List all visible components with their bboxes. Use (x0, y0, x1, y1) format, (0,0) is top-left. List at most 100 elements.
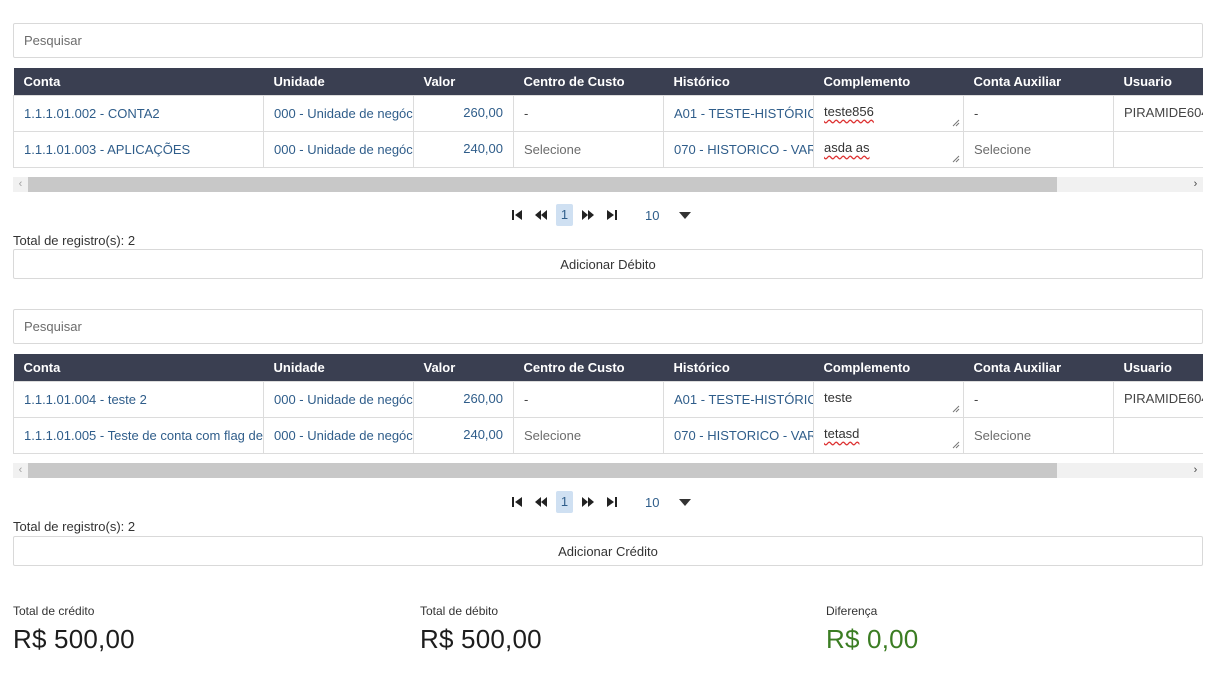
scroll-right-icon[interactable]: › (1188, 463, 1203, 478)
table-header: Conta Unidade Valor Centro de Custo Hist… (13, 354, 1204, 381)
conta-auxiliar-select[interactable]: Selecione (963, 416, 1114, 454)
col-header-unidade[interactable]: Unidade (264, 68, 414, 95)
page-size-select[interactable]: 10 (645, 495, 659, 510)
next-page-icon[interactable] (579, 204, 597, 226)
last-page-icon[interactable] (603, 204, 621, 226)
next-page-icon[interactable] (579, 491, 597, 513)
total-records: Total de registro(s): 2 (13, 519, 136, 534)
resize-grip-icon[interactable] (952, 441, 960, 449)
total-credit-summary: Total de crédito R$ 500,00 (13, 604, 135, 655)
horizontal-scrollbar[interactable]: ‹ › (13, 463, 1203, 478)
valor-cell[interactable]: 240,00 (413, 416, 514, 454)
col-header-unidade[interactable]: Unidade (264, 354, 414, 381)
historico-cell[interactable]: A01 - TESTE-HISTÓRICO (663, 94, 814, 132)
dropdown-caret-icon[interactable] (679, 211, 692, 219)
col-header-usuario[interactable]: Usuario (1114, 354, 1204, 381)
table-header: Conta Unidade Valor Centro de Custo Hist… (13, 68, 1204, 95)
col-header-conta-auxiliar[interactable]: Conta Auxiliar (964, 68, 1114, 95)
total-credit-value: R$ 500,00 (13, 624, 135, 654)
complemento-text: teste856 (824, 103, 874, 119)
resize-grip-icon[interactable] (952, 155, 960, 163)
total-debit-summary: Total de débito R$ 500,00 (420, 604, 542, 655)
conta-auxiliar-select[interactable]: Selecione (963, 130, 1114, 168)
resize-grip-icon[interactable] (952, 119, 960, 127)
last-page-icon[interactable] (603, 491, 621, 513)
centro-custo-cell[interactable]: - (513, 94, 664, 132)
historico-cell[interactable]: 070 - HISTORICO - VARIOS (663, 416, 814, 454)
table-row: 1.1.1.01.005 - Teste de conta com flag d… (13, 416, 1203, 454)
col-header-centro-custo[interactable]: Centro de Custo (514, 68, 664, 95)
col-header-conta[interactable]: Conta (14, 354, 264, 381)
scroll-left-icon[interactable]: ‹ (13, 177, 28, 192)
table-row: 1.1.1.01.003 - APLICAÇÕES 000 - Unidade … (13, 130, 1203, 168)
unidade-cell[interactable]: 000 - Unidade de negócio (263, 380, 414, 418)
centro-custo-select[interactable]: Selecione (513, 130, 664, 168)
conta-auxiliar-cell[interactable]: - (963, 94, 1114, 132)
usuario-cell: PIRAMIDE604 (1113, 380, 1203, 418)
conta-cell[interactable]: 1.1.1.01.004 - teste 2 (13, 380, 264, 418)
difference-value: R$ 0,00 (826, 624, 919, 654)
table-row: 1.1.1.01.004 - teste 2 000 - Unidade de … (13, 380, 1203, 418)
conta-cell[interactable]: 1.1.1.01.002 - CONTA2 (13, 94, 264, 132)
usuario-cell: PIRAMIDE604 (1113, 94, 1203, 132)
first-page-icon[interactable] (508, 204, 526, 226)
col-header-valor[interactable]: Valor (414, 354, 514, 381)
col-header-complemento[interactable]: Complemento (814, 354, 964, 381)
debit-table: Conta Unidade Valor Centro de Custo Hist… (13, 68, 1203, 168)
col-header-complemento[interactable]: Complemento (814, 68, 964, 95)
page-number-button[interactable]: 1 (556, 491, 573, 513)
historico-cell[interactable]: A01 - TESTE-HISTÓRICO (663, 380, 814, 418)
complemento-text: asda as (824, 139, 870, 155)
conta-auxiliar-cell[interactable]: - (963, 380, 1114, 418)
col-header-usuario[interactable]: Usuario (1114, 68, 1204, 95)
scroll-right-icon[interactable]: › (1188, 177, 1203, 192)
total-debit-label: Total de débito (420, 604, 499, 618)
usuario-cell (1113, 130, 1203, 168)
resize-grip-icon[interactable] (952, 405, 960, 413)
complemento-textarea[interactable]: teste (813, 380, 964, 418)
table-row: 1.1.1.01.002 - CONTA2 000 - Unidade de n… (13, 94, 1203, 132)
difference-label: Diferença (826, 604, 878, 618)
debit-section: Conta Unidade Valor Centro de Custo Hist… (13, 23, 1203, 279)
difference-summary: Diferença R$ 0,00 (826, 604, 918, 655)
page-size-select[interactable]: 10 (645, 208, 659, 223)
col-header-valor[interactable]: Valor (414, 68, 514, 95)
col-header-historico[interactable]: Histórico (664, 68, 814, 95)
pagination: 1 10 (508, 204, 692, 226)
total-debit-value: R$ 500,00 (420, 624, 542, 654)
scroll-left-icon[interactable]: ‹ (13, 463, 28, 478)
unidade-cell[interactable]: 000 - Unidade de negócio (263, 130, 414, 168)
col-header-conta-auxiliar[interactable]: Conta Auxiliar (964, 354, 1114, 381)
unidade-cell[interactable]: 000 - Unidade de negócio (263, 416, 414, 454)
add-credit-button[interactable]: Adicionar Crédito (13, 536, 1203, 566)
centro-custo-select[interactable]: Selecione (513, 416, 664, 454)
scrollbar-thumb[interactable] (28, 177, 1057, 192)
valor-cell[interactable]: 260,00 (413, 380, 514, 418)
valor-cell[interactable]: 240,00 (413, 130, 514, 168)
dropdown-caret-icon[interactable] (679, 498, 692, 506)
complemento-textarea[interactable]: teste856 (813, 94, 964, 132)
col-header-conta[interactable]: Conta (14, 68, 264, 95)
col-header-centro-custo[interactable]: Centro de Custo (514, 354, 664, 381)
total-credit-label: Total de crédito (13, 604, 95, 618)
col-header-historico[interactable]: Histórico (664, 354, 814, 381)
first-page-icon[interactable] (508, 491, 526, 513)
historico-cell[interactable]: 070 - HISTORICO - VARIOS (663, 130, 814, 168)
centro-custo-cell[interactable]: - (513, 380, 664, 418)
prev-page-icon[interactable] (532, 204, 550, 226)
total-records: Total de registro(s): 2 (13, 233, 136, 248)
page-number-button[interactable]: 1 (556, 204, 573, 226)
valor-cell[interactable]: 260,00 (413, 94, 514, 132)
horizontal-scrollbar[interactable]: ‹ › (13, 177, 1203, 192)
scrollbar-thumb[interactable] (28, 463, 1057, 478)
credit-search-input[interactable] (13, 309, 1203, 344)
conta-cell[interactable]: 1.1.1.01.005 - Teste de conta com flag d… (13, 416, 264, 454)
add-debit-button[interactable]: Adicionar Débito (13, 249, 1203, 279)
complemento-text: tetasd (824, 425, 860, 441)
prev-page-icon[interactable] (532, 491, 550, 513)
debit-search-input[interactable] (13, 23, 1203, 58)
conta-cell[interactable]: 1.1.1.01.003 - APLICAÇÕES (13, 130, 264, 168)
complemento-textarea[interactable]: asda as (813, 130, 964, 168)
unidade-cell[interactable]: 000 - Unidade de negócio (263, 94, 414, 132)
complemento-textarea[interactable]: tetasd (813, 416, 964, 454)
